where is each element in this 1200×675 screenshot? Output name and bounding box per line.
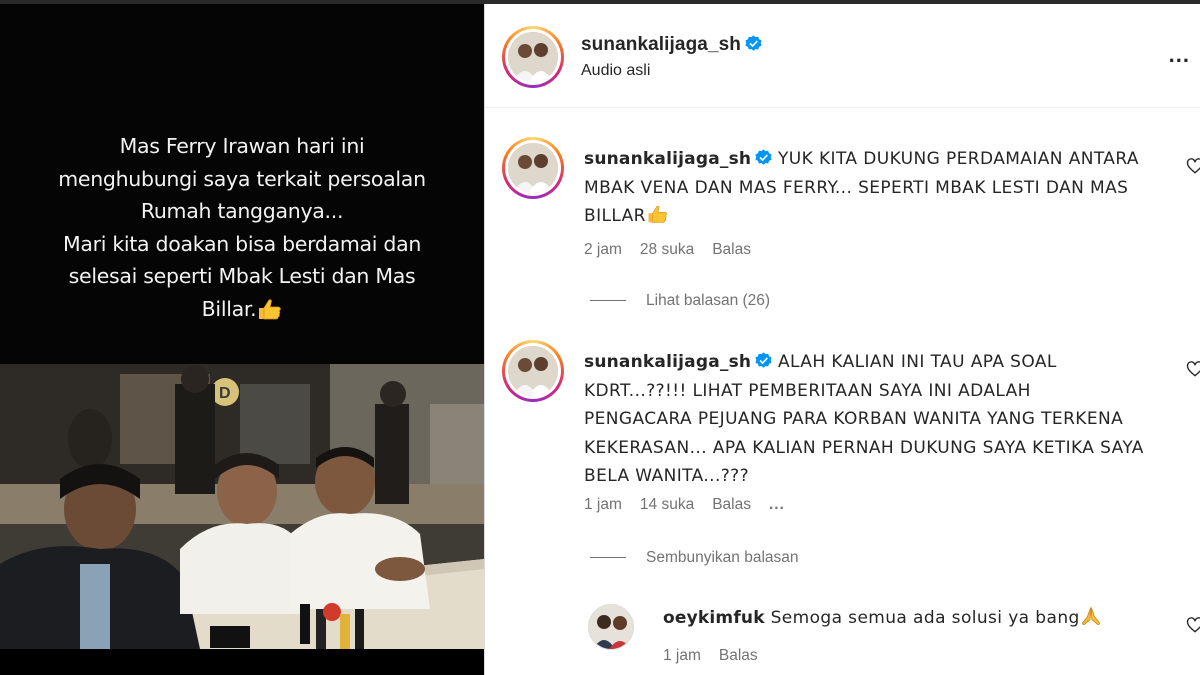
reply-avatar[interactable] (588, 604, 634, 650)
caption-line: Rumah tangganya... (140, 199, 344, 223)
reply-text: Semoga semua ada solusi ya bang (770, 608, 1080, 628)
reply-button[interactable]: Balas (719, 647, 758, 664)
audio-label[interactable]: Audio asli (581, 62, 650, 80)
comment-meta: 1 jam 14 suka Balas... (584, 496, 803, 514)
caption-line: Mas Ferry Irawan hari ini (119, 134, 365, 158)
post-header: sunankalijaga_sh Audio asli ... (485, 4, 1200, 108)
comment-likes[interactable]: 28 suka (640, 241, 694, 258)
author-avatar[interactable] (502, 26, 564, 88)
replies-line (590, 300, 626, 302)
praying-hands-emoji (1081, 606, 1100, 625)
hide-replies-toggle[interactable]: Sembunyikan balasan (590, 549, 799, 567)
caption-line: selesai seperti Mbak Lesti dan Mas (68, 264, 416, 288)
comment-username[interactable]: sunankalijaga_sh (584, 352, 751, 372)
hide-replies-label[interactable]: Sembunyikan balasan (646, 549, 799, 566)
video-frame-photo: D (0, 364, 484, 649)
comment-body: sunankalijaga_sh YUK KITA DUKUNG PERDAMA… (584, 145, 1144, 231)
verified-badge-icon (755, 352, 772, 368)
comment-body: sunankalijaga_sh ALAH KALIAN INI TAU APA… (584, 348, 1144, 491)
reply-button[interactable]: Balas (712, 496, 751, 513)
caption-line-last: Billar. (0, 293, 484, 326)
thumbs-up-emoji (259, 298, 282, 319)
avatar-image (508, 143, 558, 193)
comment-username[interactable]: sunankalijaga_sh (584, 149, 751, 169)
comment-time[interactable]: 2 jam (584, 241, 622, 258)
reply-body: oeykimfuk Semoga semua ada solusi ya ban… (663, 604, 1163, 633)
view-replies-toggle[interactable]: Lihat balasan (26) (590, 292, 770, 310)
reel-video-player[interactable]: Mas Ferry Irawan hari ini menghubungi sa… (0, 4, 484, 675)
caption-line: menghubungi saya terkait persoalan (58, 166, 426, 191)
verified-badge-icon (745, 35, 762, 51)
heart-outline-icon[interactable] (1186, 616, 1200, 634)
comment-meta: 2 jam 28 suka Balas (584, 241, 769, 259)
reply-time[interactable]: 1 jam (663, 647, 701, 664)
avatar-image (508, 32, 558, 82)
comment-likes[interactable]: 14 suka (640, 496, 694, 513)
comment-options-button[interactable]: ... (769, 496, 785, 513)
commenter-avatar[interactable] (502, 137, 564, 199)
heart-outline-icon[interactable] (1186, 360, 1200, 378)
comment-text: ALAH KALIAN INI TAU APA SOAL KDRT...??!!… (584, 352, 1144, 486)
thumbs-up-emoji (648, 205, 667, 223)
reply-meta: 1 jam Balas (663, 647, 776, 665)
replies-line (590, 557, 626, 559)
verified-badge-icon (755, 149, 772, 165)
caption-line: Mari kita doakan bisa berdamai dan (62, 231, 422, 256)
video-caption: Mas Ferry Irawan hari ini menghubungi sa… (0, 130, 484, 325)
video-bottom-bar (0, 649, 484, 675)
author-username[interactable]: sunankalijaga_sh (581, 34, 741, 55)
commenter-avatar[interactable] (502, 340, 564, 402)
view-replies-label[interactable]: Lihat balasan (26) (646, 292, 770, 309)
comments-panel: sunankalijaga_sh Audio asli ... sunankal… (485, 4, 1200, 675)
svg-text:D: D (219, 385, 231, 402)
more-options-button[interactable]: ... (1169, 42, 1190, 68)
avatar-image (508, 346, 558, 396)
author-info: sunankalijaga_sh (581, 34, 762, 56)
reply-username[interactable]: oeykimfuk (663, 608, 765, 628)
heart-outline-icon[interactable] (1186, 157, 1200, 175)
reply-button[interactable]: Balas (712, 241, 751, 258)
comment-time[interactable]: 1 jam (584, 496, 622, 513)
caption-line: Billar. (201, 296, 257, 321)
